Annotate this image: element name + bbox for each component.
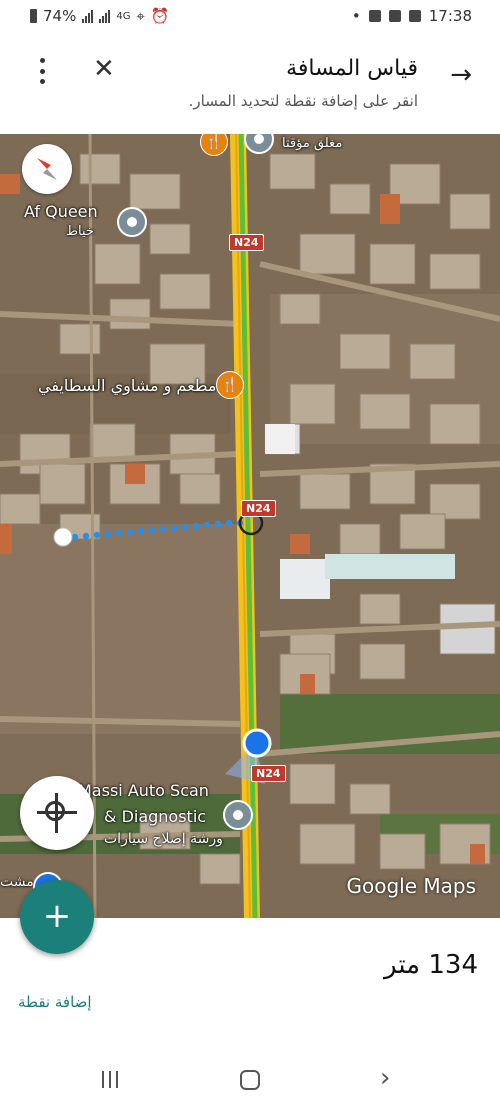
- map-pin-icon[interactable]: [117, 207, 147, 237]
- more-vert-icon[interactable]: [30, 58, 54, 84]
- add-point-link[interactable]: إضافة نقطة: [18, 993, 92, 1011]
- signal-icon: [82, 9, 94, 23]
- system-nav-bar: ›: [0, 1055, 500, 1111]
- satellite-map[interactable]: Af Queen خياط مغلق مؤقتا 🍴 مطعم و مشاوي …: [0, 134, 500, 918]
- poi-massi-label-3: ورشة إصلاح سيارات: [104, 831, 223, 847]
- poi-massi-label-2[interactable]: & Diagnostic: [104, 807, 206, 826]
- my-location-button[interactable]: [20, 776, 94, 850]
- white-structure: [280, 559, 330, 599]
- gallery-icon: [408, 10, 421, 22]
- home-icon[interactable]: [240, 1070, 260, 1090]
- battery-icon: [30, 9, 37, 23]
- notification-app-icon: [368, 10, 381, 22]
- distance-readout: 134 متر: [383, 950, 478, 980]
- close-icon[interactable]: ✕: [93, 54, 115, 84]
- road-shield-n24: N24: [229, 234, 264, 251]
- poi-khayat-label: خياط: [66, 224, 94, 239]
- page-title: قياس المسافة: [286, 56, 418, 81]
- poi-restaurant-label[interactable]: مطعم و مشاوي السطايفي: [38, 376, 217, 395]
- restaurant-pin-icon[interactable]: 🍴: [216, 371, 244, 399]
- my-location-dot: [242, 728, 272, 758]
- poi-massi-label-1[interactable]: Massi Auto Scan: [78, 781, 209, 800]
- notification-dot-icon: •: [351, 7, 361, 25]
- add-point-fab[interactable]: +: [20, 880, 94, 954]
- compass-button[interactable]: [22, 144, 72, 194]
- app-header: → قياس المسافة انقر على إضافة نقطة لتحدي…: [0, 34, 500, 134]
- measure-start-point: [53, 527, 73, 547]
- recent-apps-icon[interactable]: [102, 1071, 118, 1088]
- alarm-icon: ⏰: [150, 7, 170, 25]
- battery-percent: 74%: [43, 7, 77, 25]
- nav-back-icon[interactable]: ›: [380, 1063, 390, 1093]
- poi-closed-label: مغلق مؤقتا: [282, 136, 343, 151]
- road-shield-n24: N24: [241, 500, 276, 517]
- network-type: 4G: [116, 10, 131, 22]
- clock: 17:38: [428, 7, 472, 25]
- page-subtitle: انقر على إضافة نقطة لتحديد المسار.: [188, 92, 418, 110]
- road-shield-n24: N24: [251, 765, 286, 782]
- status-right: • 17:38: [352, 7, 472, 25]
- crosshair-ring: [45, 801, 65, 821]
- location-status-icon: ⌖: [136, 7, 145, 25]
- status-bar: 74% 4G ⌖ ⏰ • 17:38: [0, 0, 500, 34]
- compass-icon: [37, 158, 57, 180]
- signal-icon-2: [99, 9, 111, 23]
- notification-app-icon-2: [388, 10, 401, 22]
- google-maps-attribution: Google Maps: [346, 874, 476, 898]
- status-left: 74% 4G ⌖ ⏰: [30, 7, 170, 25]
- arrow-back-icon[interactable]: →: [450, 60, 472, 90]
- field-area: [0, 524, 240, 744]
- poi-af-queen-label[interactable]: Af Queen: [24, 202, 98, 221]
- poi-partial-label: مشت: [0, 874, 34, 890]
- map-pin-icon[interactable]: [223, 800, 253, 830]
